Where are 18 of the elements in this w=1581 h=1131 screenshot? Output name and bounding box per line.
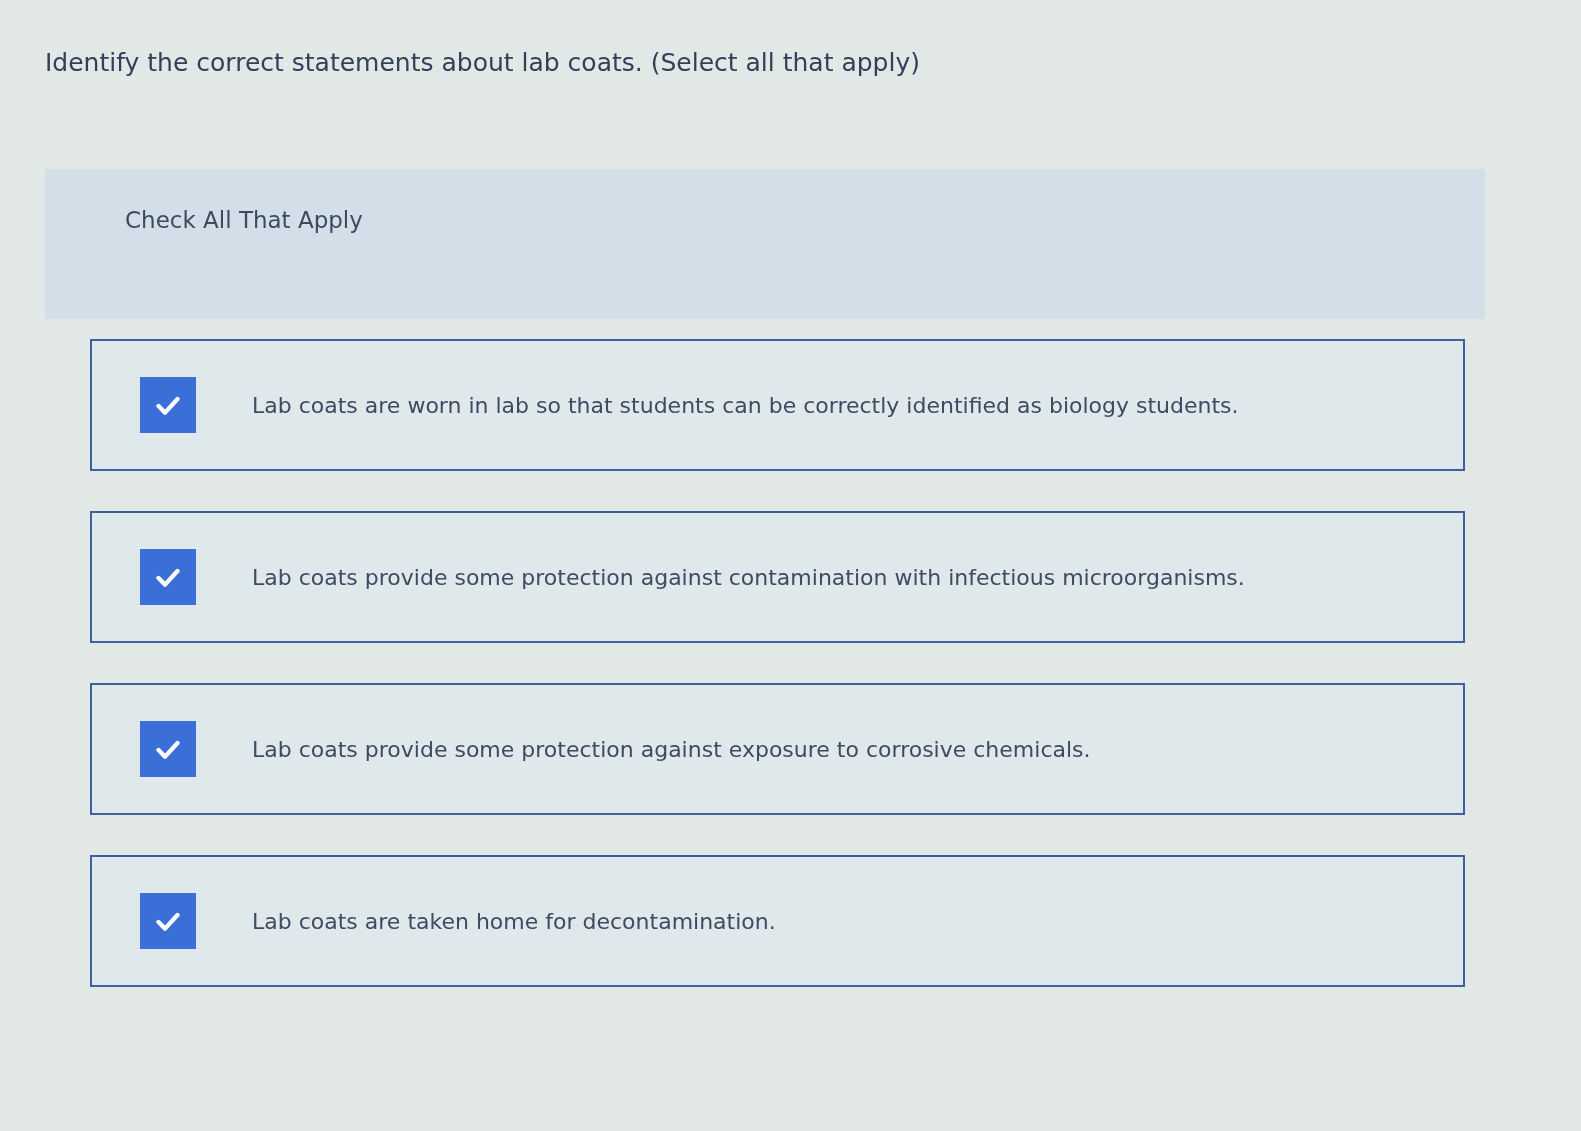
instruction-text: Check All That Apply bbox=[125, 207, 363, 233]
checkbox[interactable] bbox=[140, 377, 196, 433]
question-text: Identify the correct statements about lab coats. (Select all that apply) bbox=[45, 48, 920, 77]
option-label: Lab coats provide some protection against exposure to corrosive chemicals. bbox=[252, 736, 1091, 762]
checkbox[interactable] bbox=[140, 893, 196, 949]
answer-option[interactable]: Lab coats are taken home for decontamination. bbox=[90, 855, 1465, 987]
option-label: Lab coats are worn in lab so that students can be correctly identified as biology students. bbox=[252, 392, 1239, 418]
checkmark-icon bbox=[156, 395, 180, 415]
answer-option[interactable]: Lab coats are worn in lab so that students can be correctly identified as biology students. bbox=[90, 339, 1465, 471]
option-label: Lab coats are taken home for decontamination. bbox=[252, 908, 776, 934]
answer-option[interactable]: Lab coats provide some protection against contamination with infectious microorganisms. bbox=[90, 511, 1465, 643]
checkbox[interactable] bbox=[140, 721, 196, 777]
checkmark-icon bbox=[156, 739, 180, 759]
checkbox[interactable] bbox=[140, 549, 196, 605]
answer-option[interactable]: Lab coats provide some protection against exposure to corrosive chemicals. bbox=[90, 683, 1465, 815]
checkmark-icon bbox=[156, 567, 180, 587]
checkmark-icon bbox=[156, 911, 180, 931]
option-label: Lab coats provide some protection against contamination with infectious microorganisms. bbox=[252, 564, 1245, 590]
